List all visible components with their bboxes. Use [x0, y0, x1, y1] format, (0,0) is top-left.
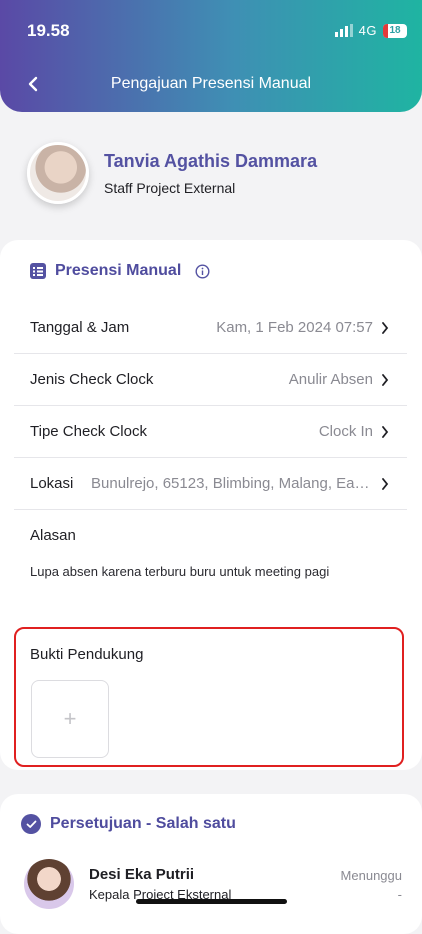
- row-location[interactable]: Lokasi Bunulrejo, 65123, Blimbing, Malan…: [14, 458, 407, 510]
- plus-icon: +: [63, 706, 77, 731]
- approval-status: Menunggu: [340, 868, 402, 883]
- row-label: Tipe Check Clock: [30, 423, 147, 440]
- reason-label: Alasan: [30, 527, 76, 544]
- evidence-section: Bukti Pendukung +: [14, 627, 404, 767]
- employee-name: Tanvia Agathis Dammara: [104, 150, 318, 171]
- home-indicator[interactable]: [136, 899, 287, 904]
- avatar: [27, 142, 89, 204]
- chevron-right-icon: [382, 426, 389, 438]
- chevron-right-icon: [382, 322, 389, 334]
- approval-title: Persetujuan - Salah satu: [50, 815, 236, 832]
- battery-icon: 18: [383, 23, 407, 38]
- battery-level: 18: [389, 25, 401, 36]
- evidence-label: Bukti Pendukung: [30, 646, 144, 663]
- row-value: Clock In: [318, 423, 373, 440]
- row-value: Anulir Absen: [288, 371, 373, 388]
- row-check-clock-kind[interactable]: Jenis Check Clock Anulir Absen: [14, 354, 407, 406]
- row-value: Bunulrejo, 65123, Blimbing, Malang, East…: [91, 475, 373, 492]
- info-icon[interactable]: [195, 263, 210, 279]
- signal-icon: [334, 24, 353, 37]
- approver-avatar: [24, 859, 74, 909]
- row-check-clock-type[interactable]: Tipe Check Clock Clock In: [14, 406, 407, 458]
- profile-summary: Tanvia Agathis Dammara Staff Project Ext…: [27, 142, 317, 204]
- row-date-time[interactable]: Tanggal & Jam Kam, 1 Feb 2024 07:57: [14, 302, 407, 354]
- row-label: Tanggal & Jam: [30, 319, 130, 336]
- employee-role: Staff Project External: [104, 179, 236, 196]
- chevron-right-icon: [382, 374, 389, 386]
- approver-name: Desi Eka Putrii: [89, 866, 195, 883]
- network-type: 4G: [358, 23, 377, 38]
- status-time: 19.58: [27, 21, 70, 40]
- upload-evidence-button[interactable]: +: [31, 680, 109, 758]
- row-label: Lokasi: [30, 475, 74, 492]
- check-circle-icon: [21, 814, 41, 834]
- status-indicators: 4G 18: [334, 23, 407, 38]
- row-value: Kam, 1 Feb 2024 07:57: [216, 319, 373, 336]
- chevron-right-icon: [382, 478, 389, 490]
- reason-value: Lupa absen karena terburu buru untuk mee…: [30, 564, 330, 579]
- app-header: 19.58 4G 18 Pengajuan Presensi Manual: [0, 0, 422, 112]
- section-title: Presensi Manual: [55, 262, 182, 279]
- page-title: Pengajuan Presensi Manual: [110, 75, 312, 92]
- row-label: Jenis Check Clock: [30, 371, 154, 388]
- approval-note: -: [397, 887, 402, 902]
- form-list-icon: [30, 263, 46, 279]
- section-header: Presensi Manual: [29, 262, 210, 280]
- approval-header: Persetujuan - Salah satu: [21, 814, 236, 834]
